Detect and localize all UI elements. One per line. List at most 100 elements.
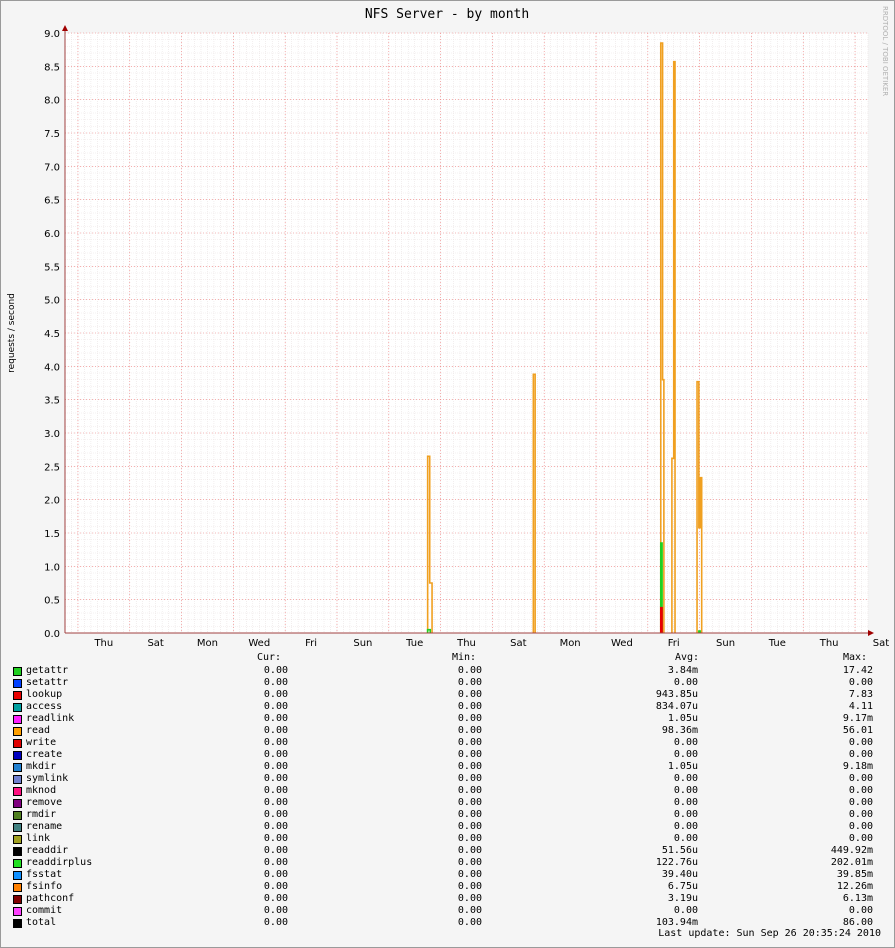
legend-row-link: link 0.00 0.00 0.00 0.00 [0, 833, 895, 845]
legend-min: 0.00 [457, 785, 482, 796]
legend-row-write: write 0.00 0.00 0.00 0.00 [0, 737, 895, 749]
legend-avg: 0.00 [673, 809, 698, 820]
legend-min: 0.00 [457, 677, 482, 688]
legend-swatch [13, 799, 22, 808]
legend-avg: 0.00 [673, 833, 698, 844]
legend-max: 4.11 [848, 701, 873, 712]
x-tick-label: Sun [716, 638, 735, 649]
y-tick-label: 4.5 [44, 329, 60, 340]
legend-cur: 0.00 [263, 785, 288, 796]
legend-row-readlink: readlink 0.00 0.00 1.05u 9.17m [0, 713, 895, 725]
legend-cur: 0.00 [263, 737, 288, 748]
legend-max: 202.01m [830, 857, 873, 868]
legend-row-mknod: mknod 0.00 0.00 0.00 0.00 [0, 785, 895, 797]
legend-min: 0.00 [457, 749, 482, 760]
legend-avg: 3.84m [667, 665, 698, 676]
legend-avg: 122.76u [655, 857, 698, 868]
legend-avg: 0.00 [673, 749, 698, 760]
y-tick-label: 5.0 [44, 296, 60, 307]
legend-cur: 0.00 [263, 797, 288, 808]
legend-row-getattr: getattr 0.00 0.00 3.84m 17.42 [0, 665, 895, 677]
legend-cur: 0.00 [263, 677, 288, 688]
legend-row-fsinfo: fsinfo 0.00 0.00 6.75u 12.26m [0, 881, 895, 893]
y-tick-label: 1.5 [44, 529, 60, 540]
legend-row-readdirplus: readdirplus 0.00 0.00 122.76u 202.01m [0, 857, 895, 869]
legend-min: 0.00 [457, 689, 482, 700]
legend-avg: 943.85u [655, 689, 698, 700]
legend-avg: 0.00 [673, 773, 698, 784]
legend-swatch [13, 751, 22, 760]
legend-name: write [26, 737, 57, 748]
legend-min: 0.00 [457, 713, 482, 724]
legend-name: getattr [26, 665, 69, 676]
legend-max: 7.83 [848, 689, 873, 700]
x-tick-label: Tue [405, 638, 423, 649]
legend-max: 0.00 [848, 677, 873, 688]
y-tick-label: 9.0 [44, 29, 60, 40]
legend-swatch [13, 787, 22, 796]
legend-swatch [13, 763, 22, 772]
legend-min: 0.00 [457, 797, 482, 808]
legend-header-min: Min: [452, 652, 477, 663]
y-tick-labels: 0.0 0.5 1.0 1.5 2.0 2.5 3.0 3.5 4.0 4.5 5.0 5.5 6.0 6… [44, 29, 60, 640]
y-tick-label: 8.5 [44, 62, 60, 73]
legend-max: 0.00 [848, 833, 873, 844]
x-tick-label: Tue [768, 638, 786, 649]
legend-min: 0.00 [457, 773, 482, 784]
legend-cur: 0.00 [263, 761, 288, 772]
legend-swatch [13, 919, 22, 928]
legend-max: 9.17m [842, 713, 873, 724]
legend-avg: 0.00 [673, 797, 698, 808]
y-tick-label: 2.5 [44, 462, 60, 473]
legend-cur: 0.00 [263, 665, 288, 676]
legend-cur: 0.00 [263, 833, 288, 844]
legend-row-read: read 0.00 0.00 98.36m 56.01 [0, 725, 895, 737]
x-tick-label: Fri [305, 638, 317, 649]
y-tick-label: 0.0 [44, 629, 60, 640]
y-tick-label: 0.5 [44, 596, 60, 607]
legend-avg: 0.00 [673, 821, 698, 832]
legend-row-readdir: readdir 0.00 0.00 51.56u 449.92m [0, 845, 895, 857]
legend-min: 0.00 [457, 737, 482, 748]
y-tick-label: 3.5 [44, 396, 60, 407]
legend-row-remove: remove 0.00 0.00 0.00 0.00 [0, 797, 895, 809]
legend-min: 0.00 [457, 821, 482, 832]
legend-cur: 0.00 [263, 701, 288, 712]
legend-min: 0.00 [457, 905, 482, 916]
legend-row-setattr: setattr 0.00 0.00 0.00 0.00 [0, 677, 895, 689]
legend-name: read [26, 725, 51, 736]
legend-name: lookup [26, 689, 63, 700]
chart-title: NFS Server - by month [365, 7, 529, 22]
legend-name: fsinfo [26, 881, 63, 892]
legend-name: mkdir [26, 761, 57, 772]
legend-max: 0.00 [848, 809, 873, 820]
last-update: Last update: Sun Sep 26 20:35:24 2010 [658, 928, 881, 939]
legend-name: rename [26, 821, 63, 832]
legend-swatch [13, 667, 22, 676]
legend-swatch [13, 907, 22, 916]
legend-min: 0.00 [457, 917, 482, 928]
legend-max: 0.00 [848, 773, 873, 784]
legend-swatch [13, 679, 22, 688]
legend-max: 0.00 [848, 749, 873, 760]
legend-max: 17.42 [842, 665, 873, 676]
legend-avg: 1.05u [667, 761, 698, 772]
legend-cur: 0.00 [263, 689, 288, 700]
legend-row-mkdir: mkdir 0.00 0.00 1.05u 9.18m [0, 761, 895, 773]
y-tick-label: 7.0 [44, 162, 60, 173]
legend-max: 12.26m [836, 881, 873, 892]
legend-cur: 0.00 [263, 881, 288, 892]
legend-row-commit: commit 0.00 0.00 0.00 0.00 [0, 905, 895, 917]
legend-swatch [13, 895, 22, 904]
legend-cur: 0.00 [263, 725, 288, 736]
legend-swatch [13, 811, 22, 820]
legend-name: rmdir [26, 809, 57, 820]
legend-cur: 0.00 [263, 869, 288, 880]
legend-max: 56.01 [842, 725, 873, 736]
y-tick-label: 7.5 [44, 129, 60, 140]
legend-min: 0.00 [457, 809, 482, 820]
legend-avg: 39.40u [661, 869, 698, 880]
x-tick-label: Mon [197, 638, 218, 649]
legend-cur: 0.00 [263, 749, 288, 760]
legend-avg: 6.75u [667, 881, 698, 892]
